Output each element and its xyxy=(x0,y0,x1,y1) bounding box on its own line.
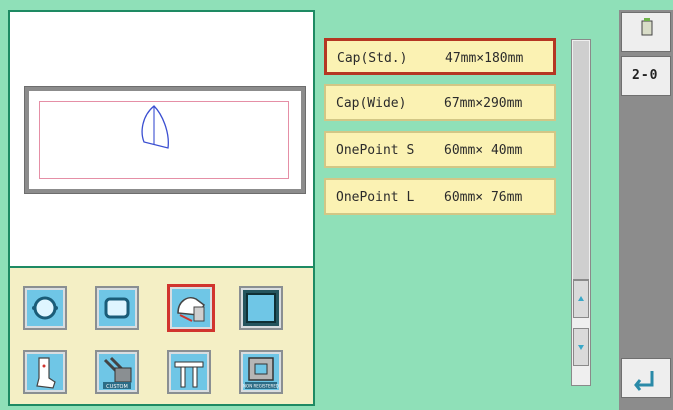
frame-list-scrollbar[interactable] xyxy=(571,39,591,386)
frame-selection-screen: CUSTOM NON REGISTERED Cap(Std.) 47mm×180… xyxy=(0,0,673,410)
scroll-thumb[interactable] xyxy=(573,41,589,280)
frame-name: Cap(Std.) xyxy=(337,51,408,66)
frame-name: Cap(Wide) xyxy=(336,96,407,111)
non-registered-frame-button[interactable]: NON REGISTERED xyxy=(239,350,283,394)
non-registered-label: NON REGISTERED xyxy=(243,384,279,389)
needle-count: 2-0 xyxy=(632,68,659,83)
frame-size: 67mm×290mm xyxy=(444,96,523,111)
design-preview xyxy=(8,10,315,268)
round-hoop-icon xyxy=(27,290,63,326)
frame-size: 60mm× 40mm xyxy=(444,143,523,158)
return-icon xyxy=(634,371,654,391)
frame-list-item[interactable]: OnePoint S 60mm× 40mm xyxy=(324,131,556,168)
frame-name: OnePoint L xyxy=(336,190,415,205)
frame-name: OnePoint S xyxy=(336,143,415,158)
sock-frame-icon xyxy=(27,354,63,390)
scroll-down-button[interactable] xyxy=(573,328,589,366)
custom-frame-icon: CUSTOM xyxy=(99,354,135,390)
frame-list-item[interactable]: Cap(Std.) 47mm×180mm xyxy=(324,38,556,75)
non-registered-frame-icon: NON REGISTERED xyxy=(243,354,279,390)
square-hoop-button[interactable] xyxy=(95,286,139,330)
frame-type-toolbar: CUSTOM NON REGISTERED xyxy=(8,266,315,406)
square-hoop-icon xyxy=(99,290,135,326)
large-frame-icon xyxy=(243,290,279,326)
machine-button[interactable] xyxy=(621,12,671,52)
frame-list-item[interactable]: OnePoint L 60mm× 76mm xyxy=(324,178,556,215)
needle-count-display[interactable]: 2-0 xyxy=(621,56,671,96)
scroll-up-button[interactable] xyxy=(573,280,589,318)
cap-frame-icon xyxy=(172,289,210,327)
large-frame-button[interactable] xyxy=(239,286,283,330)
machine-icon xyxy=(641,18,653,36)
right-sidebar: 2-0 xyxy=(619,10,673,410)
frame-size: 47mm×180mm xyxy=(445,51,524,66)
sock-frame-button[interactable] xyxy=(23,350,67,394)
tubular-frame-icon xyxy=(171,354,207,390)
tubular-frame-button[interactable] xyxy=(167,350,211,394)
frame-list: Cap(Std.) 47mm×180mm Cap(Wide) 67mm×290m… xyxy=(318,14,562,274)
arrow-up-icon xyxy=(578,296,584,301)
cap-frame-button[interactable] xyxy=(167,284,215,332)
hoop-frame xyxy=(24,86,306,194)
hoop-inner xyxy=(29,91,301,189)
frame-list-item[interactable]: Cap(Wide) 67mm×290mm xyxy=(324,84,556,121)
arrow-down-icon xyxy=(578,345,584,350)
custom-frame-button[interactable]: CUSTOM xyxy=(95,350,139,394)
custom-label: CUSTOM xyxy=(106,384,128,390)
return-button[interactable] xyxy=(621,358,671,398)
round-hoop-button[interactable] xyxy=(23,286,67,330)
cap-design-outline-icon xyxy=(141,105,169,149)
frame-size: 60mm× 76mm xyxy=(444,190,523,205)
